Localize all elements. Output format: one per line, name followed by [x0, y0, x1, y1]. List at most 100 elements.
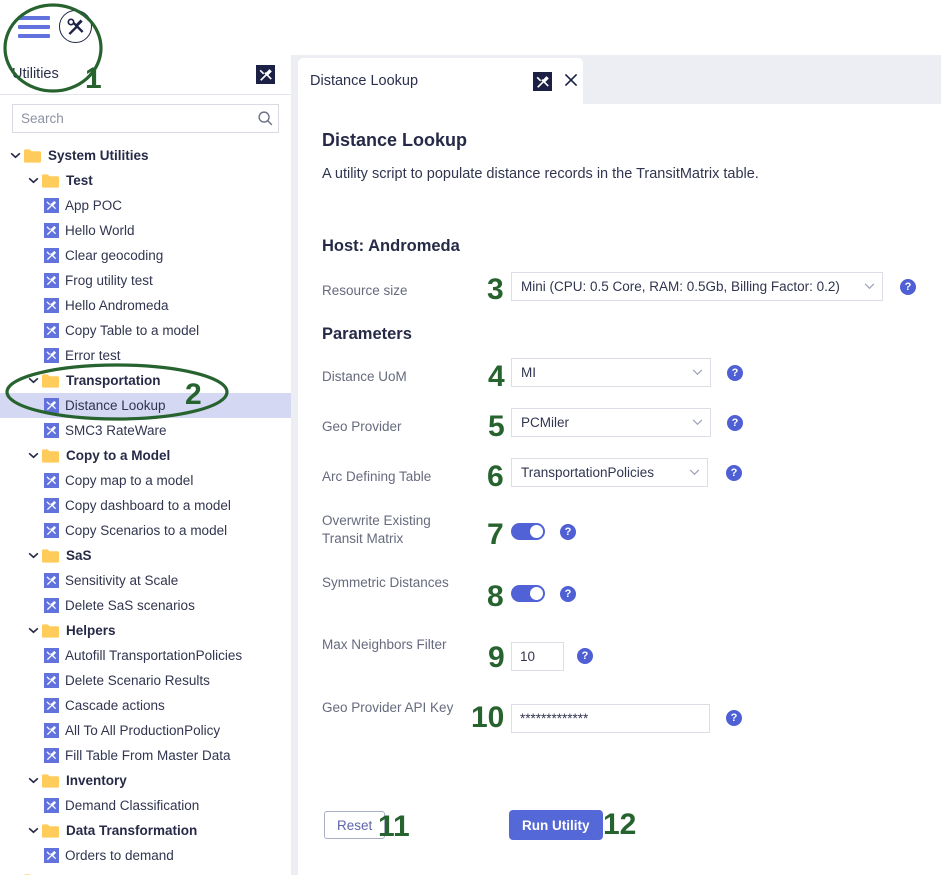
tree-item-row[interactable]: Cascade actions	[0, 693, 291, 718]
folder-glyph	[42, 173, 59, 188]
overwrite-transit-matrix-toggle[interactable]	[511, 523, 545, 540]
utilities-tree[interactable]: System Utilities Test App POC Hello World Cl…	[0, 143, 291, 875]
hamburger-menu-icon[interactable]	[18, 16, 50, 38]
search-icon[interactable]	[252, 110, 278, 127]
tree-item-row[interactable]: Distance Lookup	[0, 393, 291, 418]
reset-button[interactable]: Reset	[324, 811, 386, 839]
tools-icon[interactable]	[59, 10, 92, 43]
tree-folder-label: Inventory	[66, 773, 127, 788]
tools-glyph	[46, 500, 57, 511]
chevron-down-icon[interactable]	[26, 824, 40, 838]
utility-icon	[44, 298, 59, 313]
chevron-down-glyph	[28, 827, 38, 834]
tree-folder-row[interactable]: Copy to a Model	[0, 443, 291, 468]
sidebar-tabbar: Utilities	[0, 55, 291, 95]
search-input[interactable]	[13, 105, 252, 132]
arc-defining-table-select[interactable]: TransportationPolicies	[511, 458, 708, 487]
tree-folder-label: Helpers	[66, 623, 116, 638]
chevron-down-icon[interactable]	[26, 174, 40, 188]
tree-item-row[interactable]: Hello World	[0, 218, 291, 243]
run-utility-button[interactable]: Run Utility	[509, 810, 603, 840]
tree-folder-row[interactable]: Data Transformation	[0, 818, 291, 843]
utility-form-panel: Distance Lookup A utility script to popu…	[298, 104, 941, 875]
tree-item-row[interactable]: Fill Table From Master Data	[0, 743, 291, 768]
tree-item-label: Copy Table to a model	[65, 323, 200, 338]
utility-icon	[44, 798, 59, 813]
tree-folder-label: Copy to a Model	[66, 448, 171, 463]
tree-item-row[interactable]: Clear geocoding	[0, 243, 291, 268]
top-bar	[0, 0, 941, 55]
tree-item-row[interactable]: Sensitivity at Scale	[0, 568, 291, 593]
toggle-knob	[530, 587, 543, 600]
sidebar-tools-icon[interactable]	[256, 65, 275, 84]
hamburger-bar	[18, 16, 50, 20]
resource-size-help-icon[interactable]: ?	[900, 279, 916, 295]
tree-folder-row[interactable]: Test	[0, 168, 291, 193]
max-neighbors-filter-input[interactable]	[511, 642, 564, 671]
arc-defining-table-help-icon[interactable]: ?	[726, 465, 742, 481]
chevron-down-icon	[684, 419, 710, 426]
chevron-down-icon[interactable]	[8, 149, 22, 163]
distance-lookup-tab[interactable]: Distance Lookup	[298, 58, 583, 104]
close-glyph	[564, 73, 578, 87]
tree-item-row[interactable]: Copy Scenarios to a model	[0, 518, 291, 543]
geo-provider-api-key-help-icon[interactable]: ?	[726, 710, 742, 726]
geo-provider-help-icon[interactable]: ?	[727, 415, 743, 431]
utility-icon	[44, 673, 59, 688]
utilities-tab[interactable]: Utilities	[12, 66, 59, 82]
resource-size-select[interactable]: Mini (CPU: 0.5 Core, RAM: 0.5Gb, Billing…	[511, 272, 883, 301]
chevron-down-icon[interactable]	[26, 374, 40, 388]
parameters-heading: Parameters	[322, 325, 412, 343]
tools-glyph	[46, 600, 57, 611]
tree-item-row[interactable]: Delete Scenario Results	[0, 668, 291, 693]
utility-icon	[44, 723, 59, 738]
tree-folder-row[interactable]: Helpers	[0, 618, 291, 643]
tree-item-row[interactable]: All To All ProductionPolicy	[0, 718, 291, 743]
tree-item-row[interactable]: Hello Andromeda	[0, 293, 291, 318]
folder-icon	[42, 373, 59, 388]
utility-icon	[44, 273, 59, 288]
utility-description: A utility script to populate distance re…	[322, 166, 759, 182]
tree-item-row[interactable]: Frog utility test	[0, 268, 291, 293]
utility-icon	[44, 748, 59, 763]
distance-uom-select[interactable]: MI	[511, 358, 711, 387]
geo-provider-select[interactable]: PCMiler	[511, 408, 711, 437]
tree-item-row[interactable]: Error test	[0, 343, 291, 368]
utility-icon	[44, 648, 59, 663]
tree-item-label: Distance Lookup	[65, 398, 166, 413]
tree-folder-row[interactable]: System Utilities	[0, 143, 291, 168]
search-box[interactable]	[12, 104, 279, 133]
chevron-down-icon[interactable]	[26, 774, 40, 788]
chevron-down-icon[interactable]	[26, 624, 40, 638]
tree-item-row[interactable]: SMC3 RateWare	[0, 418, 291, 443]
tree-item-row[interactable]: Copy map to a model	[0, 468, 291, 493]
tree-folder-row[interactable]: My Utilities	[0, 868, 291, 875]
geo-provider-label: Geo Provider	[322, 419, 402, 434]
symmetric-distances-toggle[interactable]	[511, 585, 545, 602]
distance-uom-help-icon[interactable]: ?	[727, 365, 743, 381]
tree-item-row[interactable]: Delete SaS scenarios	[0, 593, 291, 618]
chevron-down-icon[interactable]	[26, 449, 40, 463]
tree-folder-row[interactable]: SaS	[0, 543, 291, 568]
geo-provider-value: PCMiler	[521, 415, 570, 430]
max-neighbors-filter-help-icon[interactable]: ?	[577, 648, 593, 664]
tree-folder-row[interactable]: Inventory	[0, 768, 291, 793]
tree-item-row[interactable]: App POC	[0, 193, 291, 218]
tree-item-row[interactable]: Copy dashboard to a model	[0, 493, 291, 518]
tree-folder-row[interactable]: Transportation	[0, 368, 291, 393]
hamburger-bar	[18, 34, 50, 38]
distance-uom-value: MI	[521, 365, 536, 380]
panel-tools-icon[interactable]	[533, 72, 552, 91]
overwrite-transit-matrix-help-icon[interactable]: ?	[560, 524, 576, 540]
close-icon[interactable]	[560, 69, 582, 91]
tree-item-label: Cascade actions	[65, 698, 165, 713]
geo-provider-api-key-input[interactable]	[511, 704, 710, 733]
tree-item-row[interactable]: Orders to demand	[0, 843, 291, 868]
symmetric-distances-help-icon[interactable]: ?	[560, 586, 576, 602]
geo-provider-api-key-label: Geo Provider API Key	[322, 700, 454, 715]
folder-icon	[42, 773, 59, 788]
tree-item-row[interactable]: Copy Table to a model	[0, 318, 291, 343]
tree-item-row[interactable]: Autofill TransportationPolicies	[0, 643, 291, 668]
chevron-down-icon[interactable]	[26, 549, 40, 563]
tree-item-row[interactable]: Demand Classification	[0, 793, 291, 818]
